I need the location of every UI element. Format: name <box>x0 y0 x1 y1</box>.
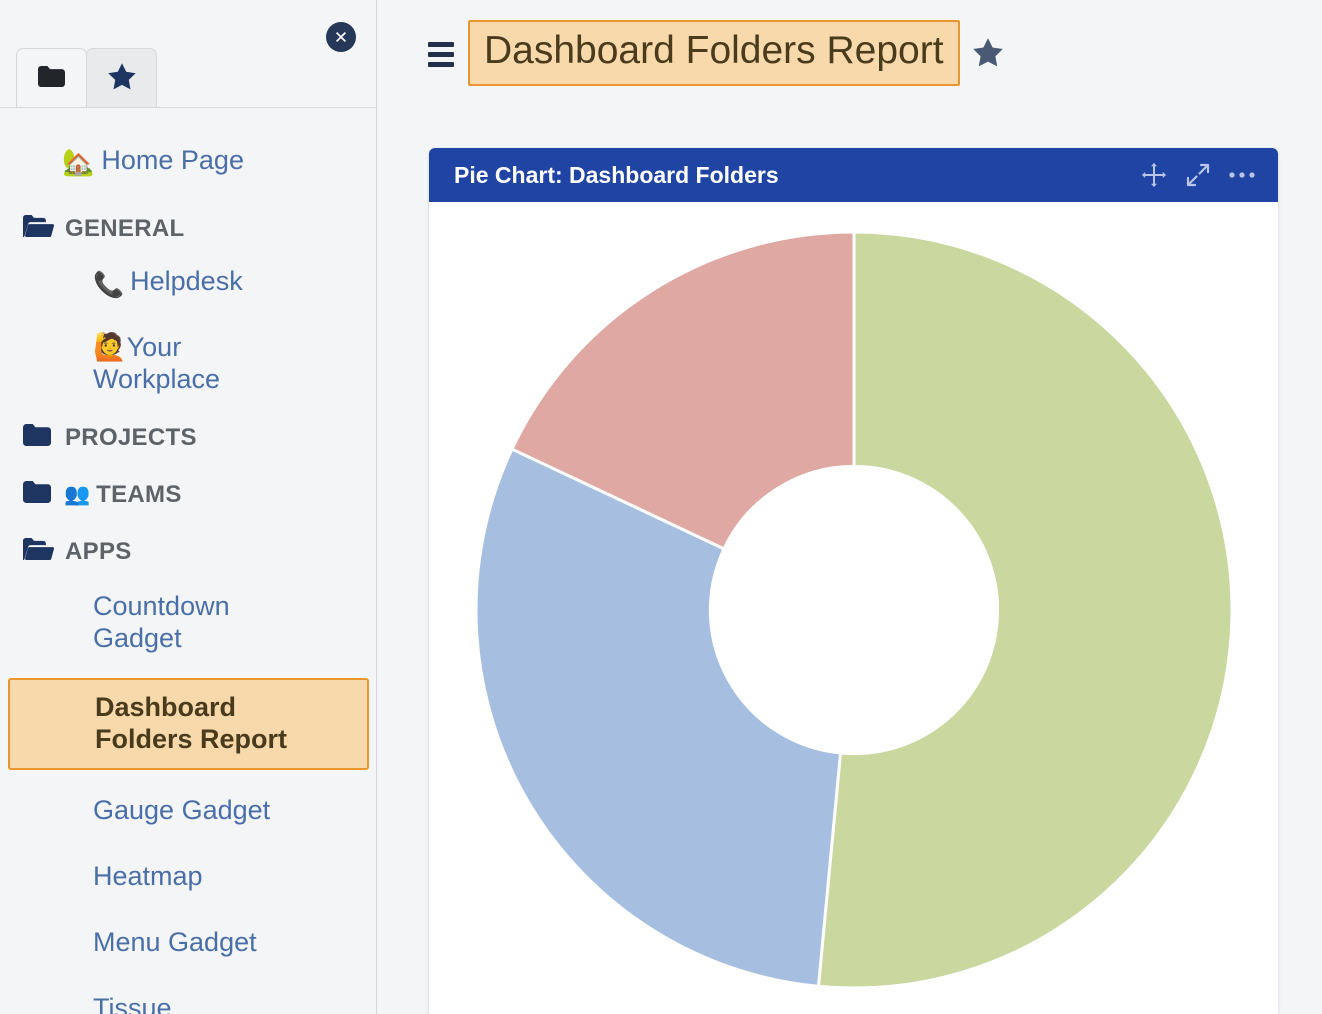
page-title-container: Dashboard Folders Report <box>468 20 960 86</box>
gauge-gadget-link[interactable]: Gauge Gadget <box>93 794 270 826</box>
helpdesk-link[interactable]: 📞Helpdesk <box>93 265 243 301</box>
sidebar-nav: 🏡Home Page GENERAL 📞Helpdesk <box>0 118 377 1014</box>
page-header: Dashboard Folders Report <box>377 0 1322 86</box>
main-content: Dashboard Folders Report Pie Chart: Dash… <box>377 0 1322 1014</box>
your-workplace-link[interactable]: 🙋Your Workplace <box>93 331 307 395</box>
chart-panel-actions <box>1140 161 1256 189</box>
close-icon[interactable] <box>326 22 356 52</box>
sidebar-item-menu-gadget[interactable]: Menu Gadget <box>0 926 377 968</box>
home-page-label: Home Page <box>101 145 244 175</box>
sidebar-item-dashboard-folders-report[interactable]: Dashboard Folders Report <box>8 678 369 770</box>
donut-chart <box>473 229 1235 991</box>
telephone-emoji-icon: 📞 <box>93 271 124 299</box>
sidebar-tab-favorites[interactable] <box>86 48 157 108</box>
donut-chart-svg <box>473 229 1235 991</box>
folder-open-icon <box>22 214 54 243</box>
home-page-link[interactable]: 🏡Home Page <box>62 144 244 178</box>
dashboard-folders-report-link[interactable]: Dashboard Folders Report <box>95 691 307 755</box>
sidebar-item-gauge-gadget[interactable]: Gauge Gadget <box>0 794 377 836</box>
pie-slice[interactable] <box>475 449 839 986</box>
sidebar-section-projects-label: PROJECTS <box>65 424 197 452</box>
menu-gadget-link[interactable]: Menu Gadget <box>93 926 257 958</box>
helpdesk-label: Helpdesk <box>130 266 243 296</box>
app-root: 🏡Home Page GENERAL 📞Helpdesk <box>0 0 1322 1014</box>
sidebar-section-general-label: GENERAL <box>65 215 184 243</box>
move-icon[interactable] <box>1140 161 1168 189</box>
hamburger-icon[interactable] <box>428 42 454 67</box>
sidebar-section-teams-label: TEAMS <box>96 481 182 509</box>
folder-closed-icon <box>22 480 54 509</box>
sidebar-section-teams[interactable]: 👥 TEAMS <box>0 480 377 509</box>
sidebar-section-projects[interactable]: PROJECTS <box>0 423 377 452</box>
expand-icon[interactable] <box>1185 162 1211 188</box>
folder-closed-icon <box>22 423 54 452</box>
sidebar-item-home-page[interactable]: 🏡Home Page <box>0 144 377 186</box>
countdown-gadget-link[interactable]: Countdown Gadget <box>93 590 317 654</box>
sidebar-item-your-workplace[interactable]: 🙋Your Workplace <box>0 331 377 395</box>
chart-panel: Pie Chart: Dashboard Folders <box>429 148 1278 1014</box>
pie-slice[interactable] <box>818 232 1232 988</box>
tabs-divider <box>0 107 377 108</box>
chart-panel-body <box>429 202 1278 1014</box>
more-options-icon[interactable] <box>1228 170 1256 180</box>
sidebar-tabs <box>16 48 157 108</box>
heatmap-link[interactable]: Heatmap <box>93 860 203 892</box>
sidebar-item-tissue[interactable]: Tissue <box>0 992 377 1014</box>
sidebar-section-apps[interactable]: APPS <box>0 537 377 566</box>
chart-panel-title: Pie Chart: Dashboard Folders <box>454 162 1140 189</box>
star-icon[interactable] <box>972 37 1004 73</box>
folder-open-icon <box>22 537 54 566</box>
person-raising-hand-emoji-icon: 🙋 <box>93 332 127 362</box>
sidebar-item-countdown-gadget[interactable]: Countdown Gadget <box>0 590 377 654</box>
sidebar-tab-folders[interactable] <box>16 48 87 108</box>
house-emoji-icon: 🏡 <box>62 147 94 177</box>
sidebar-section-apps-label: APPS <box>65 538 132 566</box>
folder-icon <box>37 65 66 93</box>
sidebar-item-heatmap[interactable]: Heatmap <box>0 860 377 902</box>
chart-panel-header: Pie Chart: Dashboard Folders <box>429 148 1278 202</box>
sidebar-section-general[interactable]: GENERAL <box>0 214 377 243</box>
sidebar: 🏡Home Page GENERAL 📞Helpdesk <box>0 0 377 1014</box>
tissue-link[interactable]: Tissue <box>93 992 172 1014</box>
page-title: Dashboard Folders Report <box>484 28 944 74</box>
star-icon <box>107 62 137 96</box>
sidebar-item-helpdesk[interactable]: 📞Helpdesk <box>0 265 377 307</box>
busts-emoji-icon: 👥 <box>64 483 90 507</box>
